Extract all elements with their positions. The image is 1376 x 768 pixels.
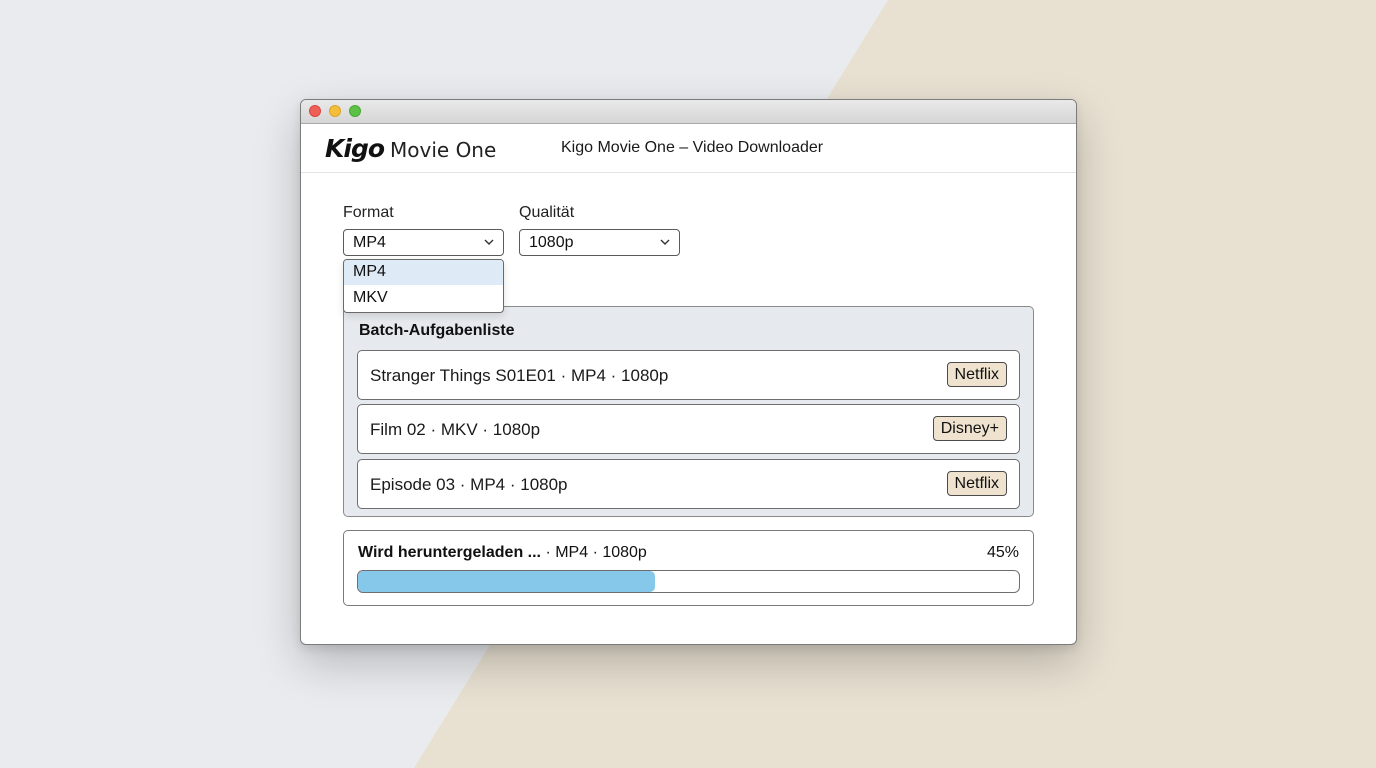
title-bar[interactable] [301,100,1076,124]
chevron-down-icon [660,239,670,245]
app-logo: Kigo Movie One [325,134,496,164]
window-title: Kigo Movie One – Video Downloader [561,139,824,156]
app-window: Kigo Movie One Kigo Movie One – Video Do… [300,99,1077,645]
logo-product-name: Movie One [390,138,497,162]
source-badge: Netflix [946,471,1007,496]
batch-task-item[interactable]: Film 02 · MKV · 1080p Disney+ [357,404,1020,454]
batch-task-list: Batch-Aufgabenliste Stranger Things S01E… [343,306,1034,517]
format-select-value: MP4 [353,234,386,251]
format-option-label: MKV [353,289,388,306]
progress-bar-fill [358,571,656,592]
task-title: Stranger Things S01E01 · MP4 · 1080p [370,366,669,385]
batch-task-item[interactable]: Episode 03 · MP4 · 1080p Netflix [357,459,1020,509]
quality-select[interactable]: 1080p [519,229,680,256]
progress-bar [357,570,1020,593]
format-label: Format [343,204,394,221]
download-details: · MP4 · 1080p [541,544,647,561]
source-badge: Netflix [946,362,1007,387]
format-option-mp4[interactable]: MP4 [344,260,503,285]
logo-brand: Kigo [325,134,385,163]
batch-task-list-title: Batch-Aufgabenliste [359,322,515,339]
download-status: Wird heruntergeladen ... · MP4 · 1080p [358,544,647,562]
batch-task-item[interactable]: Stranger Things S01E01 · MP4 · 1080p Net… [357,350,1020,400]
format-option-label: MP4 [353,263,386,280]
format-dropdown-menu: MP4 MKV [343,259,504,313]
format-option-mkv[interactable]: MKV [344,286,503,311]
maximize-window-button[interactable] [349,105,361,117]
app-header: Kigo Movie One Kigo Movie One – Video Do… [301,124,1076,173]
format-select[interactable]: MP4 [343,229,504,256]
chevron-down-icon [484,239,494,245]
quality-label: Qualität [519,204,575,221]
close-window-button[interactable] [309,105,321,117]
minimize-window-button[interactable] [329,105,341,117]
download-status-text: Wird heruntergeladen ... [358,544,541,561]
quality-select-value: 1080p [529,234,574,251]
desktop-background: Kigo Movie One Kigo Movie One – Video Do… [0,0,1376,768]
source-badge: Disney+ [932,416,1007,441]
progress-percent: 45% [986,544,1019,561]
download-progress-panel: Wird heruntergeladen ... · MP4 · 1080p 4… [343,530,1034,606]
task-title: Episode 03 · MP4 · 1080p [370,475,568,494]
task-title: Film 02 · MKV · 1080p [370,420,541,439]
